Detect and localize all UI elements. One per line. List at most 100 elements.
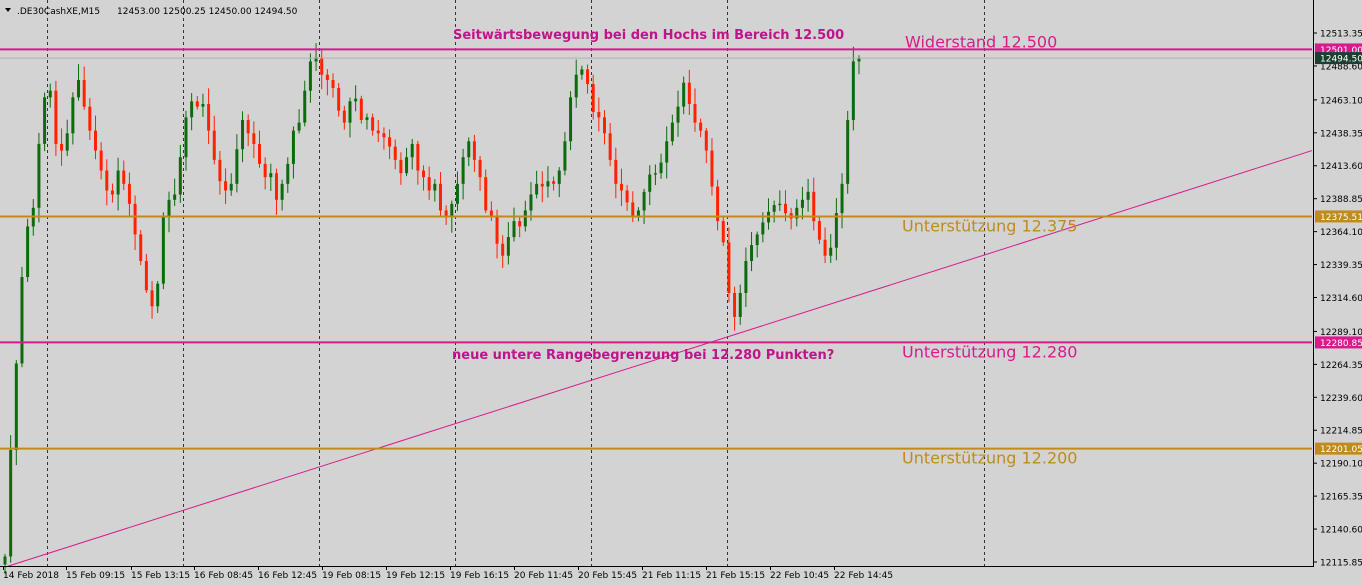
x-tick-label: 20 Feb 11:45 [514, 571, 573, 581]
candle-body [246, 119, 250, 134]
y-tick-label: 12140.60 [1320, 526, 1362, 536]
candle-body [704, 130, 708, 151]
candle-body [772, 205, 776, 212]
candle-body [354, 98, 358, 102]
candle-body [563, 141, 567, 171]
candle-body [682, 82, 686, 107]
candle-body [60, 143, 64, 151]
candle-body [676, 106, 680, 123]
candle-body [540, 183, 544, 187]
y-tick-label: 12388.85 [1320, 195, 1362, 205]
candle-body [37, 143, 41, 208]
candle-body [229, 183, 233, 191]
candle-body [235, 149, 239, 184]
annotation-lower-range: neue untere Rangebegrenzung bei 12.280 P… [452, 348, 834, 363]
candle-body [144, 261, 148, 291]
candle-body [207, 103, 211, 131]
candle-body [388, 137, 392, 147]
candle-body [523, 210, 527, 227]
candle-body [9, 450, 13, 557]
candle-body [139, 234, 143, 262]
candle-body [20, 277, 24, 364]
x-tick-label: 14 Feb 2018 [3, 571, 59, 581]
chart-background [0, 0, 1362, 585]
candle-body [252, 133, 256, 144]
candle-body [829, 247, 833, 256]
candle-body [156, 283, 160, 307]
candle-body [529, 194, 533, 211]
candle-body [88, 106, 92, 131]
candle-body [224, 181, 228, 191]
candle-body [26, 226, 30, 278]
candle-body [750, 245, 754, 262]
price-axis[interactable] [1313, 0, 1362, 567]
candle-body [484, 177, 488, 211]
candle-body [201, 103, 205, 107]
candle-body [291, 130, 295, 164]
x-tick-label: 21 Feb 15:15 [706, 571, 765, 581]
candle-body [65, 133, 69, 151]
candle-body [297, 122, 301, 131]
candle-body [371, 117, 375, 131]
candle-body [506, 237, 510, 256]
candle-body [303, 90, 307, 123]
y-tick-label: 12463.10 [1320, 96, 1362, 106]
candle-body [636, 210, 640, 216]
candle-body [602, 117, 606, 134]
candle-body [359, 98, 363, 120]
candle-body [173, 194, 177, 200]
x-tick-label: 19 Feb 08:15 [322, 571, 381, 581]
x-tick-label: 19 Feb 16:15 [450, 571, 509, 581]
candle-body [710, 150, 714, 187]
candle-body [82, 80, 86, 107]
candle-body [597, 111, 601, 118]
candle-body [167, 199, 171, 218]
candle-body [93, 130, 97, 151]
candle-body [591, 84, 595, 112]
candle-body [586, 69, 590, 85]
candle-body [721, 221, 725, 243]
candle-body [761, 222, 765, 235]
candle-body [263, 163, 267, 178]
candle-body [619, 183, 623, 191]
candle-body [472, 141, 476, 160]
y-tick-label: 12314.60 [1320, 294, 1362, 304]
candle-body [269, 173, 273, 178]
candle-body [3, 556, 7, 565]
candle-body [574, 74, 578, 98]
x-tick-label: 16 Feb 08:45 [194, 571, 253, 581]
candle-body [670, 122, 674, 142]
candle-body [744, 261, 748, 293]
candle-body [416, 143, 420, 171]
candle-body [54, 90, 58, 144]
level-label: Widerstand 12.500 [905, 32, 1057, 51]
x-tick-label: 15 Feb 13:15 [131, 571, 190, 581]
candle-body [840, 183, 844, 214]
candle-body [161, 217, 165, 284]
candle-body [110, 190, 114, 195]
candle-body [48, 90, 52, 98]
y-tick-label: 12438.35 [1320, 129, 1362, 139]
candle-body [212, 130, 216, 160]
candle-body [665, 141, 669, 163]
candle-body [778, 203, 782, 206]
annotation-sideways: Seitwärtsbewegung bei den Hochs im Berei… [453, 28, 844, 43]
candle-body [105, 170, 109, 191]
candle-body [274, 173, 278, 200]
y-tick-label: 12264.35 [1320, 361, 1362, 371]
x-tick-label: 16 Feb 12:45 [258, 571, 317, 581]
y-tick-label: 12165.35 [1320, 493, 1362, 503]
level-label: Unterstützung 12.375 [902, 216, 1077, 235]
candle-body [569, 97, 573, 142]
candle-body [195, 101, 199, 107]
candle-body [241, 119, 245, 150]
price-badge-text: 12375.51 [1320, 213, 1362, 223]
price-chart[interactable]: Widerstand 12.500 Unterstützung 12.375 Unt… [0, 0, 1362, 585]
candle-body [399, 159, 403, 174]
candle-body [127, 183, 131, 204]
x-tick-label: 20 Feb 15:45 [578, 571, 637, 581]
candle-body [608, 133, 612, 160]
y-tick-label: 12513.35 [1320, 30, 1362, 40]
y-tick-label: 12413.60 [1320, 162, 1362, 172]
candle-body [580, 69, 584, 75]
